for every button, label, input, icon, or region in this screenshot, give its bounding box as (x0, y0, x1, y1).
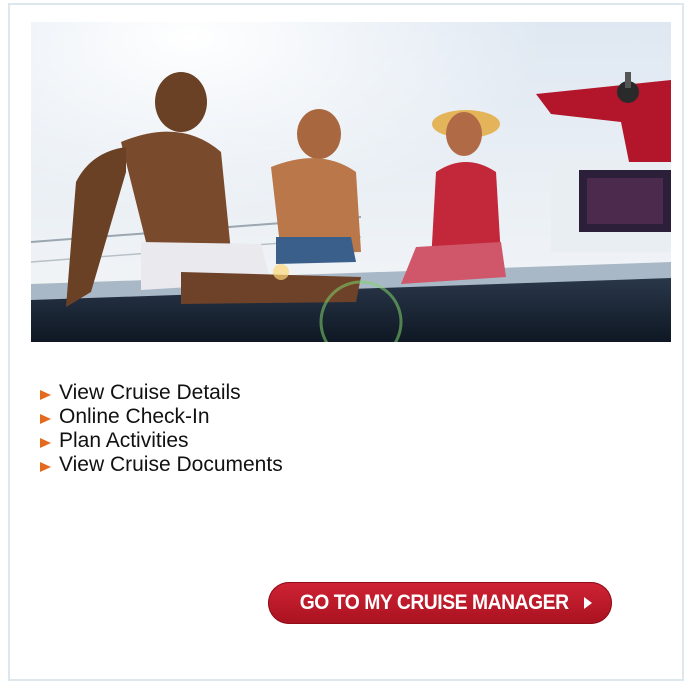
orange-triangle-bullet-icon (40, 413, 51, 424)
hero-photo-illustration (31, 22, 671, 342)
link-view-cruise-documents[interactable]: View Cruise Documents (40, 453, 283, 477)
link-plan-activities[interactable]: Plan Activities (40, 429, 283, 453)
cta-label: GO TO MY CRUISE MANAGER (299, 591, 569, 614)
chevron-right-icon (584, 597, 593, 609)
link-label[interactable]: View Cruise Documents (59, 453, 283, 477)
orange-triangle-bullet-icon (40, 461, 51, 472)
orange-triangle-bullet-icon (40, 437, 51, 448)
hero-image (31, 22, 671, 342)
link-label[interactable]: Online Check-In (59, 405, 210, 429)
cruise-manager-panel: View Cruise Details Online Check-In Plan… (8, 3, 684, 681)
orange-triangle-bullet-icon (40, 389, 51, 400)
quick-links-list: View Cruise Details Online Check-In Plan… (40, 381, 283, 477)
link-view-cruise-details[interactable]: View Cruise Details (40, 381, 283, 405)
link-label[interactable]: View Cruise Details (59, 381, 241, 405)
link-online-check-in[interactable]: Online Check-In (40, 405, 283, 429)
go-to-cruise-manager-button[interactable]: GO TO MY CRUISE MANAGER (268, 582, 612, 624)
link-label[interactable]: Plan Activities (59, 429, 189, 453)
